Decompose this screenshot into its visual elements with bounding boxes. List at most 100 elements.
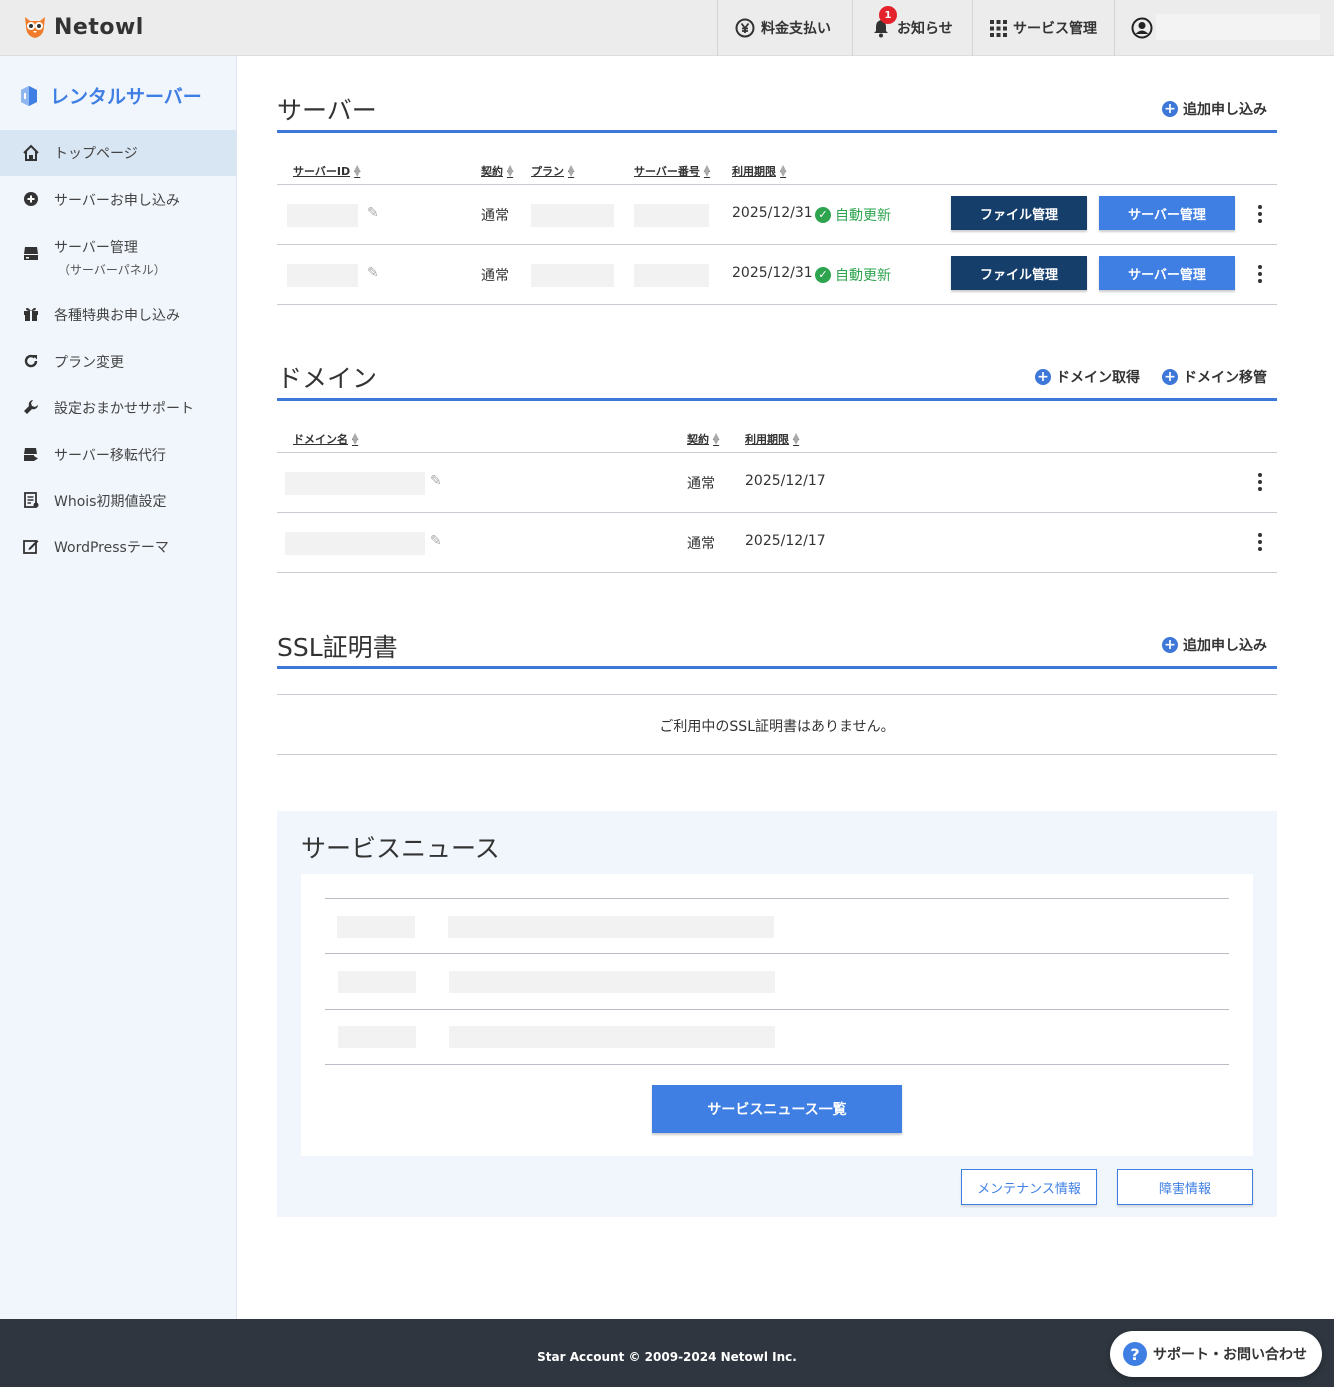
th-expiry[interactable]: 利用期限 ▲ ▼ xyxy=(745,431,799,447)
support-contact-button[interactable]: ? サポート・お問い合わせ xyxy=(1110,1331,1322,1377)
home-icon xyxy=(22,144,40,162)
server-section-title: サーバー xyxy=(277,96,377,125)
sidebar-item-wordpress-theme[interactable]: WordPressテーマ xyxy=(0,537,236,557)
more-menu-icon[interactable] xyxy=(1257,265,1263,283)
news-date xyxy=(337,916,415,938)
incident-info-button[interactable]: 障害情報 xyxy=(1117,1169,1253,1205)
more-menu-icon[interactable] xyxy=(1257,473,1263,491)
user-icon xyxy=(1131,17,1153,39)
wrench-icon xyxy=(22,399,40,415)
table-divider xyxy=(277,572,1277,573)
sidebar-item-setup-support[interactable]: 設定おまかせサポート xyxy=(0,398,236,418)
server-id-value xyxy=(287,264,358,287)
sidebar-item-top[interactable]: トップページ xyxy=(0,130,236,176)
check-circle-icon: ✓ xyxy=(815,207,831,223)
domain-name-value xyxy=(285,532,425,555)
edit-box-icon xyxy=(22,538,40,554)
server-add-link[interactable]: + 追加申し込み xyxy=(1162,99,1267,119)
sidebar-item-benefits[interactable]: 各種特典お申し込み xyxy=(0,305,236,325)
domain-transfer-link[interactable]: + ドメイン移管 xyxy=(1162,367,1267,387)
check-circle-icon: ✓ xyxy=(815,267,831,283)
news-date xyxy=(338,1026,416,1048)
ssl-section-title: SSL証明書 xyxy=(277,633,398,662)
news-title: サービスニュース xyxy=(301,834,500,863)
server-manage-button[interactable]: サーバー管理 xyxy=(1099,196,1235,230)
netowl-logo[interactable]: Netowl xyxy=(22,14,144,40)
pencil-icon[interactable]: ✎ xyxy=(430,533,442,549)
domain-acquire-link[interactable]: + ドメイン取得 xyxy=(1035,367,1140,387)
server-manage-button[interactable]: サーバー管理 xyxy=(1099,256,1235,290)
sidebar-item-label: サーバーお申し込み xyxy=(54,193,180,209)
sort-icon: ▲ ▼ xyxy=(354,163,361,178)
grid-icon xyxy=(990,19,1007,37)
news-date xyxy=(338,971,416,993)
pencil-icon[interactable]: ✎ xyxy=(367,205,379,221)
plan-value xyxy=(531,264,614,287)
server-section-underline xyxy=(277,130,1277,133)
file-manager-button[interactable]: ファイル管理 xyxy=(951,256,1087,290)
status-label: 自動更新 xyxy=(835,268,891,284)
plus-circle-icon: + xyxy=(1162,637,1178,653)
sidebar-item-label: 各種特典お申し込み xyxy=(54,308,180,324)
plus-circle-icon: + xyxy=(1162,369,1178,385)
more-menu-icon[interactable] xyxy=(1257,533,1263,551)
sort-icon: ▲ ▼ xyxy=(780,163,787,178)
news-list-button[interactable]: サービスニュース一覧 xyxy=(652,1085,902,1133)
th-label: プラン xyxy=(531,165,564,178)
sort-icon: ▲ ▼ xyxy=(703,163,711,178)
sidebar-item-server-migration[interactable]: サーバー移転代行 xyxy=(0,445,236,465)
contract-value: 通常 xyxy=(481,208,509,224)
news-divider xyxy=(325,898,1229,899)
sidebar-item-server-manage[interactable]: サーバー管理 （サーバーパネル） xyxy=(0,237,236,278)
th-server-number[interactable]: サーバー番号 ▲ ▼ xyxy=(634,163,710,179)
sidebar-item-label: Whois初期値設定 xyxy=(54,494,167,510)
pencil-icon[interactable]: ✎ xyxy=(430,473,442,489)
ssl-section-underline xyxy=(277,666,1277,669)
ssl-add-label: 追加申し込み xyxy=(1183,638,1267,654)
nav-payment[interactable]: 料金支払い xyxy=(717,0,853,56)
owl-logo-icon xyxy=(22,14,48,40)
account-name-field xyxy=(1156,14,1320,40)
sidebar-item-plan-change[interactable]: プラン変更 xyxy=(0,352,236,372)
server-move-icon xyxy=(22,446,40,462)
news-headline[interactable] xyxy=(448,916,774,938)
th-label: サーバーID xyxy=(293,165,351,178)
plus-circle-icon xyxy=(22,191,40,207)
th-domain-name[interactable]: ドメイン名 ▲ ▼ xyxy=(293,431,358,447)
th-plan[interactable]: プラン ▲ ▼ xyxy=(531,163,574,179)
th-label: サーバー番号 xyxy=(634,165,700,178)
news-headline[interactable] xyxy=(449,1026,775,1048)
news-divider xyxy=(325,1009,1229,1010)
nav-service[interactable]: サービス管理 xyxy=(972,0,1115,56)
file-manager-button[interactable]: ファイル管理 xyxy=(951,196,1087,230)
th-contract[interactable]: 契約 ▲ ▼ xyxy=(687,431,719,447)
domain-section-title: ドメイン xyxy=(277,364,378,393)
sidebar-item-label: トップページ xyxy=(54,146,138,162)
status-label: 自動更新 xyxy=(835,208,891,224)
gift-icon xyxy=(22,306,40,322)
ssl-add-link[interactable]: + 追加申し込み xyxy=(1162,635,1267,655)
plan-value xyxy=(531,204,614,227)
server-number-value xyxy=(634,264,709,287)
expiry-value: 2025/12/31 xyxy=(732,205,813,221)
th-contract[interactable]: 契約 ▲ ▼ xyxy=(481,163,513,179)
sidebar-item-server-apply[interactable]: サーバーお申し込み xyxy=(0,190,236,210)
maintenance-info-button[interactable]: メンテナンス情報 xyxy=(961,1169,1097,1205)
th-label: ドメイン名 xyxy=(293,433,348,446)
sort-icon: ▲ ▼ xyxy=(568,163,575,178)
sidebar-title[interactable]: レンタルサーバー xyxy=(20,82,202,109)
contract-value: 通常 xyxy=(481,268,509,284)
nav-notice[interactable]: 1 お知らせ xyxy=(852,0,973,56)
sidebar-title-label: レンタルサーバー xyxy=(50,86,202,108)
th-server-id[interactable]: サーバーID ▲ ▼ xyxy=(293,163,360,179)
sidebar-item-whois[interactable]: Whois初期値設定 xyxy=(0,491,236,511)
domain-section-underline xyxy=(277,398,1277,401)
news-headline[interactable] xyxy=(449,971,775,993)
expiry-value: 2025/12/17 xyxy=(745,473,826,489)
support-label: サポート・お問い合わせ xyxy=(1153,1347,1307,1363)
pencil-icon[interactable]: ✎ xyxy=(367,265,379,281)
th-expiry[interactable]: 利用期限 ▲ ▼ xyxy=(732,163,786,179)
more-menu-icon[interactable] xyxy=(1257,205,1263,223)
contract-value: 通常 xyxy=(687,536,715,552)
auto-renew-status: ✓ 自動更新 xyxy=(815,205,891,225)
